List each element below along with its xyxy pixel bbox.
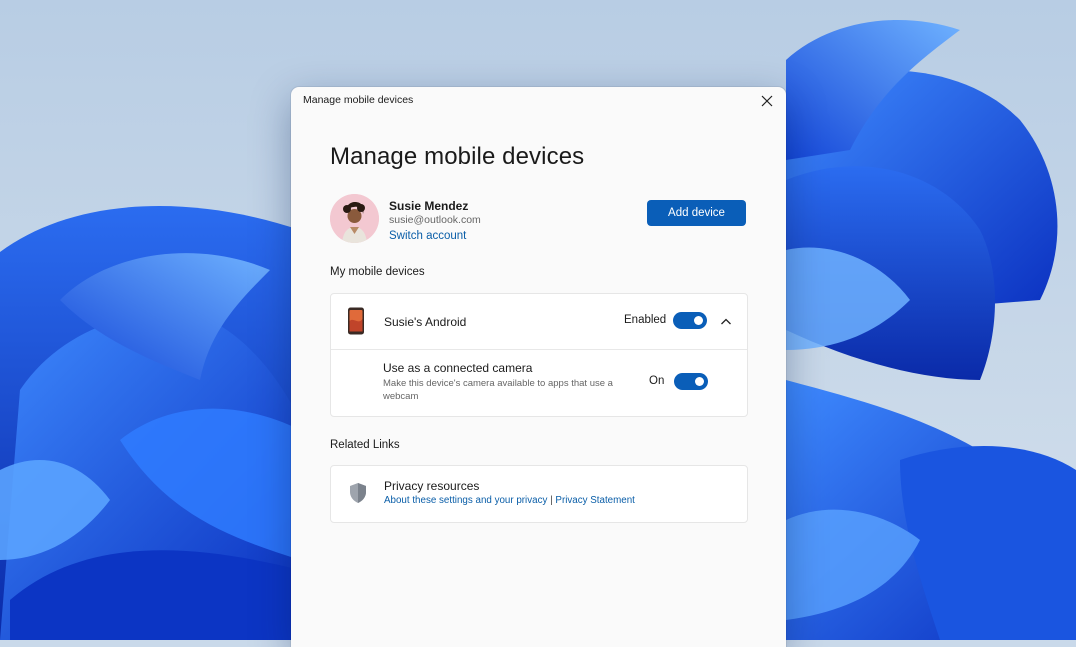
title-bar: Manage mobile devices [291,87,786,113]
person-photo-icon [330,194,379,243]
window-title: Manage mobile devices [303,94,414,106]
device-card: Susie's Android Enabled Use as a connect… [330,293,748,417]
device-enabled-toggle[interactable] [673,312,707,329]
switch-account-link[interactable]: Switch account [389,230,466,242]
privacy-title: Privacy resources [384,479,480,493]
related-links-section-label: Related Links [330,439,400,451]
avatar [330,194,379,243]
chevron-up-icon[interactable] [717,313,735,331]
user-email: susie@outlook.com [389,214,481,226]
camera-toggle[interactable] [674,373,708,390]
manage-devices-dialog: Manage mobile devices Manage mobile devi… [291,87,786,647]
my-devices-section-label: My mobile devices [330,266,425,278]
privacy-settings-link[interactable]: About these settings and your privacy [384,495,547,506]
device-name: Susie's Android [384,315,467,329]
phone-icon [348,307,364,335]
close-icon[interactable] [756,90,778,112]
device-status-label: Enabled [624,314,667,326]
user-name: Susie Mendez [389,199,469,213]
device-row[interactable]: Susie's Android Enabled [331,294,747,350]
camera-state-label: On [649,375,665,387]
camera-setting-title: Use as a connected camera [383,361,533,375]
privacy-links: About these settings and your privacy | … [384,495,635,506]
privacy-statement-link[interactable]: Privacy Statement [555,495,635,506]
page-title: Manage mobile devices [330,143,585,170]
shield-icon [350,483,366,503]
link-separator: | [550,495,553,506]
camera-setting-description: Make this device's camera available to a… [383,378,613,402]
privacy-card: Privacy resources About these settings a… [330,465,748,523]
add-device-button[interactable]: Add device [647,200,746,226]
